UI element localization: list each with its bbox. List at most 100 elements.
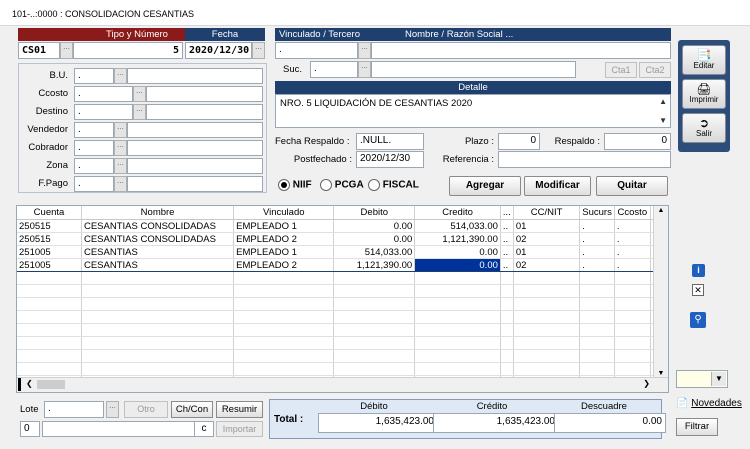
respaldo-input[interactable]: 0: [604, 133, 671, 150]
cell-debito[interactable]: 514,033.00: [333, 245, 416, 259]
cell-debito[interactable]: 1,121,390.00: [333, 258, 416, 272]
col-cuenta[interactable]: Cuenta: [17, 206, 82, 220]
cobrador-input[interactable]: .: [74, 140, 114, 156]
cell-dots[interactable]: ..: [500, 245, 514, 259]
cell-ccnit[interactable]: 02: [513, 232, 581, 246]
cell-ccnit[interactable]: 02: [513, 258, 581, 272]
cell-dots[interactable]: ..: [500, 219, 514, 233]
vinculado-input[interactable]: .: [275, 42, 358, 59]
radio-pcga[interactable]: PCGA: [320, 179, 364, 191]
cobrador-name-input[interactable]: [127, 140, 263, 156]
vendedor-lookup-button[interactable]: ...: [114, 122, 127, 138]
cta2-button[interactable]: Cta2: [639, 62, 671, 78]
postfechado-input[interactable]: 2020/12/30: [356, 151, 424, 168]
cell-sucurs[interactable]: .: [579, 258, 615, 272]
horizontal-scrollbar[interactable]: ❮ ❯: [17, 377, 668, 392]
checkbox-icon[interactable]: ✕: [692, 284, 704, 296]
scroll-left-icon[interactable]: ❮: [26, 379, 33, 388]
col-debito[interactable]: Debito: [333, 206, 416, 220]
table-row[interactable]: 250515 CESANTIAS CONSOLIDADAS EMPLEADO 2…: [17, 232, 668, 246]
importar-button[interactable]: Importar: [216, 421, 263, 437]
numero-input[interactable]: 5: [73, 42, 183, 59]
zona-lookup-button[interactable]: ...: [114, 158, 127, 174]
destino-input[interactable]: .: [74, 104, 133, 120]
cell-ccosto[interactable]: .: [614, 232, 651, 246]
tipo-input[interactable]: CS01: [18, 42, 60, 59]
bu-lookup-button[interactable]: ...: [114, 68, 127, 84]
scroll-right-icon[interactable]: ❯: [643, 379, 650, 388]
cell-debito[interactable]: 0.00: [333, 219, 416, 233]
cell-nombre[interactable]: CESANTIAS CONSOLIDADAS: [81, 232, 235, 246]
vendedor-input[interactable]: .: [74, 122, 114, 138]
destino-name-input[interactable]: [146, 104, 263, 120]
col-nombre[interactable]: Nombre: [81, 206, 235, 220]
cell-cuenta[interactable]: 251005: [17, 258, 82, 272]
salir-button[interactable]: ➲ Salir: [682, 113, 726, 143]
cell-ccnit[interactable]: 01: [513, 245, 581, 259]
bottom-text-input[interactable]: [42, 421, 202, 437]
col-vinculado[interactable]: Vinculado: [233, 206, 335, 220]
bu-name-input[interactable]: [127, 68, 263, 84]
cell-credito[interactable]: 514,033.00: [414, 219, 501, 233]
col-sucurs[interactable]: Sucurs: [579, 206, 615, 220]
search-icon[interactable]: ⚲: [690, 312, 706, 328]
cell-nombre[interactable]: CESANTIAS: [81, 258, 235, 272]
cell-vinculado[interactable]: EMPLEADO 1: [233, 245, 335, 259]
modificar-button[interactable]: Modificar: [524, 176, 591, 196]
nombre-input[interactable]: [371, 42, 671, 59]
resumir-button[interactable]: Resumir: [216, 401, 263, 418]
cell-credito-selected[interactable]: 0.00: [414, 258, 501, 272]
ccosto-input[interactable]: .: [74, 86, 133, 102]
vertical-scrollbar[interactable]: ▲ ▼: [653, 206, 668, 378]
referencia-input[interactable]: [498, 151, 671, 168]
col-ccosto[interactable]: Ccosto: [614, 206, 651, 220]
fecha-picker-button[interactable]: ...: [252, 42, 265, 59]
cell-vinculado[interactable]: EMPLEADO 1: [233, 219, 335, 233]
cell-dots[interactable]: ..: [500, 232, 514, 246]
cell-ccosto[interactable]: .: [614, 258, 651, 272]
cell-ccosto[interactable]: .: [614, 245, 651, 259]
otro-button[interactable]: Otro: [124, 401, 168, 418]
fecha-respaldo-input[interactable]: .NULL.: [356, 133, 424, 150]
vinculado-lookup-button[interactable]: ...: [358, 42, 371, 59]
col-ccnit[interactable]: CC/NIT: [513, 206, 581, 220]
suc-input[interactable]: .: [310, 61, 358, 78]
cobrador-lookup-button[interactable]: ...: [114, 140, 127, 156]
cell-cuenta[interactable]: 250515: [17, 219, 82, 233]
cell-nombre[interactable]: CESANTIAS: [81, 245, 235, 259]
fpago-lookup-button[interactable]: ...: [114, 176, 127, 192]
suc-name-input[interactable]: [371, 61, 576, 78]
cell-ccnit[interactable]: 01: [513, 219, 581, 233]
cell-credito[interactable]: 1,121,390.00: [414, 232, 501, 246]
fpago-name-input[interactable]: [127, 176, 263, 192]
radio-niif[interactable]: NIIF: [278, 179, 312, 191]
zona-input[interactable]: .: [74, 158, 114, 174]
fpago-input[interactable]: .: [74, 176, 114, 192]
quitar-button[interactable]: Quitar: [596, 176, 668, 196]
bu-input[interactable]: .: [74, 68, 114, 84]
cell-vinculado[interactable]: EMPLEADO 2: [233, 258, 335, 272]
zona-name-input[interactable]: [127, 158, 263, 174]
lote-input[interactable]: .: [44, 401, 104, 418]
sidebar-dropdown[interactable]: ▼: [676, 370, 728, 388]
cell-debito[interactable]: 0.00: [333, 232, 416, 246]
imprimir-button[interactable]: 🖨 Imprimir: [682, 79, 726, 109]
vendedor-name-input[interactable]: [127, 122, 263, 138]
cell-sucurs[interactable]: .: [579, 245, 615, 259]
plazo-input[interactable]: 0: [498, 133, 540, 150]
cta1-button[interactable]: Cta1: [605, 62, 637, 78]
agregar-button[interactable]: Agregar: [449, 176, 521, 196]
ccosto-lookup-button[interactable]: ...: [133, 86, 146, 102]
entries-grid[interactable]: Cuenta Nombre Vinculado Debito Credito .…: [16, 205, 669, 393]
novedades-link[interactable]: 📄 Novedades: [676, 398, 746, 409]
zero-input[interactable]: 0: [20, 421, 40, 437]
lote-lookup-button[interactable]: ...: [106, 401, 119, 418]
c-input[interactable]: c: [194, 421, 214, 437]
detalle-textarea[interactable]: NRO. 5 LIQUIDACIÓN DE CESANTIAS 2020 ▲ ▼: [275, 94, 671, 128]
cell-sucurs[interactable]: .: [579, 232, 615, 246]
info-icon[interactable]: i: [692, 264, 705, 277]
ccosto-name-input[interactable]: [146, 86, 263, 102]
cell-vinculado[interactable]: EMPLEADO 2: [233, 232, 335, 246]
scroll-thumb[interactable]: [37, 380, 65, 389]
filtrar-button[interactable]: Filtrar: [676, 418, 718, 436]
